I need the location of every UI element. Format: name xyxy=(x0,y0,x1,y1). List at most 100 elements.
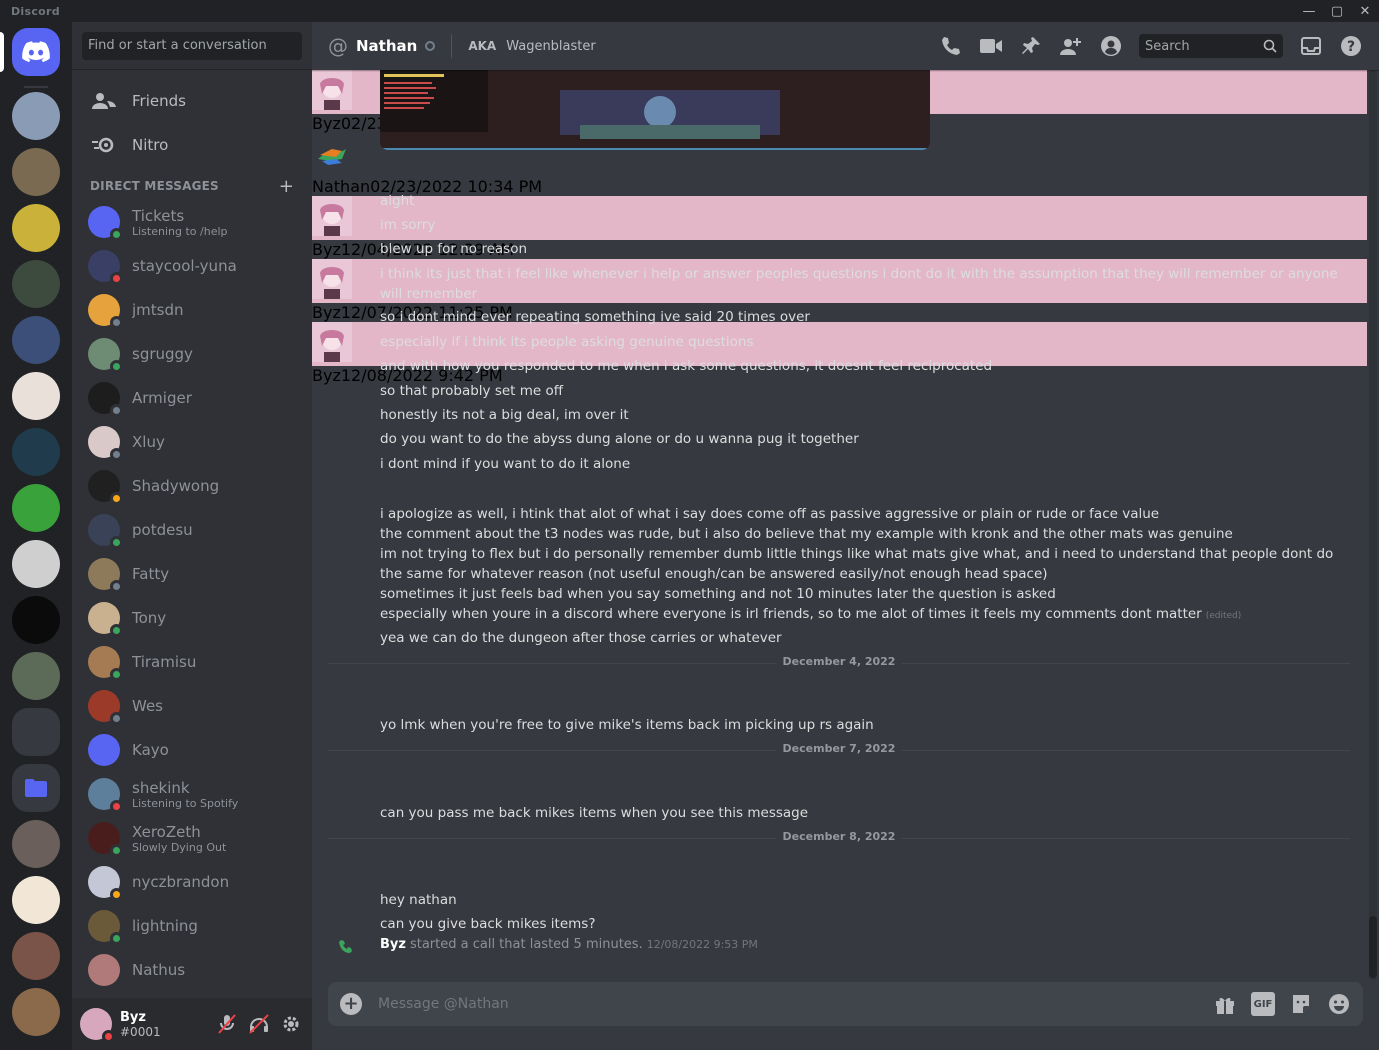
server-icon[interactable] xyxy=(12,92,60,140)
message-author[interactable]: Byz xyxy=(312,240,341,259)
dm-item-activity: Listening to Spotify xyxy=(132,796,239,810)
user-info: Byz #0001 xyxy=(120,1010,161,1039)
minimize-icon[interactable]: — xyxy=(1295,0,1323,22)
dm-item-activity: Listening to /help xyxy=(132,224,228,238)
video-call-icon[interactable] xyxy=(979,34,1003,58)
dm-item[interactable]: XeroZeth Slowly Dying Out xyxy=(80,816,304,860)
server-icon[interactable] xyxy=(12,876,60,924)
username: Byz xyxy=(120,1009,146,1025)
dm-item-info: sgruggy xyxy=(132,345,193,363)
status-indicator xyxy=(110,624,123,637)
dm-item[interactable]: lightning xyxy=(80,904,304,948)
dm-item[interactable]: Xluy xyxy=(80,420,304,464)
user-avatar[interactable] xyxy=(80,1008,115,1043)
dm-item[interactable]: Kayo xyxy=(80,728,304,772)
sidebar-item-friends[interactable]: Friends xyxy=(80,80,304,122)
upload-plus-icon[interactable]: + xyxy=(340,993,362,1015)
server-icon[interactable] xyxy=(12,148,60,196)
folder-button[interactable] xyxy=(12,764,60,812)
server-icon[interactable] xyxy=(12,372,60,420)
image-attachment[interactable] xyxy=(380,70,930,150)
home-button[interactable] xyxy=(12,28,60,76)
dm-item-info: staycool-yuna xyxy=(132,257,237,275)
server-icon[interactable] xyxy=(12,428,60,476)
dm-item[interactable]: Wes xyxy=(80,684,304,728)
dm-item-name: XeroZeth xyxy=(132,822,201,841)
message-text: can you give back mikes items? xyxy=(380,914,1340,934)
dm-item[interactable]: Tony xyxy=(80,596,304,640)
message-author[interactable]: Byz xyxy=(312,366,341,385)
sidebar-item-nitro[interactable]: Nitro xyxy=(80,124,304,166)
server-icon[interactable] xyxy=(12,260,60,308)
dm-item[interactable]: Tiramisu xyxy=(80,640,304,684)
at-sign-icon: @ xyxy=(328,34,348,58)
dm-item-name: jmtsdn xyxy=(132,301,184,319)
add-friend-to-dm-icon[interactable] xyxy=(1059,34,1083,58)
server-icon[interactable] xyxy=(12,932,60,980)
call-event-timestamp: 12/08/2022 9:53 PM xyxy=(646,938,758,951)
scrollbar-thumb[interactable] xyxy=(1369,916,1377,978)
message-author[interactable]: Byz xyxy=(312,114,341,133)
dm-item[interactable]: jmtsdn xyxy=(80,288,304,332)
message-text-content: sometimes it just feels bad when you say… xyxy=(380,586,1056,602)
close-icon[interactable]: ✕ xyxy=(1351,0,1379,22)
dm-item[interactable]: potdesu xyxy=(80,508,304,552)
deafen-headset-icon[interactable] xyxy=(246,1011,272,1037)
message-text-content: especially when youre in a discord where… xyxy=(380,606,1202,622)
help-icon[interactable]: ? xyxy=(1339,34,1363,58)
dm-item[interactable]: Tickets Listening to /help xyxy=(80,200,304,244)
dm-item[interactable]: Shadywong xyxy=(80,464,304,508)
voice-call-icon[interactable] xyxy=(939,34,963,58)
mute-mic-icon[interactable] xyxy=(214,1011,240,1037)
date-divider: December 4, 2022 xyxy=(328,655,1350,668)
dm-item[interactable]: Nathus xyxy=(80,948,304,992)
inbox-icon[interactable] xyxy=(1299,34,1323,58)
server-icon[interactable] xyxy=(12,316,60,364)
status-indicator xyxy=(110,448,123,461)
emoji-icon[interactable] xyxy=(1327,992,1351,1016)
server-icon[interactable] xyxy=(12,204,60,252)
search-placeholder: Search xyxy=(1145,38,1190,54)
server-icon[interactable] xyxy=(12,652,60,700)
server-folder[interactable] xyxy=(12,708,60,756)
server-icon[interactable] xyxy=(12,540,60,588)
dm-list: Tickets Listening to /help staycool-yuna jm… xyxy=(72,198,312,992)
dm-item[interactable]: sgruggy xyxy=(80,332,304,376)
dm-item[interactable]: Fatty xyxy=(80,552,304,596)
dm-item[interactable]: nyczbrandon xyxy=(80,860,304,904)
call-author[interactable]: Byz xyxy=(380,937,406,952)
gif-icon[interactable]: GIF xyxy=(1251,992,1275,1016)
dm-item[interactable]: staycool-yuna xyxy=(80,244,304,288)
server-icon[interactable] xyxy=(12,484,60,532)
server-icon[interactable] xyxy=(12,596,60,644)
scrollbar[interactable] xyxy=(1369,70,1377,980)
message-text-content: i dont mind if you want to do it alone xyxy=(380,456,631,472)
user-profile-icon[interactable] xyxy=(1099,34,1123,58)
pinned-messages-icon[interactable] xyxy=(1019,34,1043,58)
dm-item-name: Kayo xyxy=(132,741,169,759)
message-text: i dont mind if you want to do it alone xyxy=(380,454,1340,474)
server-icon[interactable] xyxy=(12,988,60,1036)
avatar xyxy=(88,250,123,285)
create-dm-plus-icon[interactable]: + xyxy=(279,176,294,197)
dm-item[interactable]: shekink Listening to Spotify xyxy=(80,772,304,816)
server-icon[interactable] xyxy=(12,820,60,868)
call-event-text: started a call that lasted 5 minutes. xyxy=(409,937,643,952)
find-conversation-input[interactable] xyxy=(82,31,302,60)
dm-item-name: sgruggy xyxy=(132,345,193,363)
message-input[interactable] xyxy=(378,996,1213,1012)
sticker-icon[interactable] xyxy=(1289,992,1313,1016)
message-author[interactable]: Byz xyxy=(312,303,341,322)
search-box[interactable]: Search xyxy=(1139,34,1283,58)
gift-icon[interactable] xyxy=(1213,992,1237,1016)
message-author[interactable]: Nathan xyxy=(312,177,370,196)
message-text: im not trying to flex but i do personall… xyxy=(380,544,1340,584)
message-text-content: im not trying to flex but i do personall… xyxy=(380,546,1334,582)
settings-gear-icon[interactable] xyxy=(278,1011,304,1037)
gif-label: GIF xyxy=(1251,992,1275,1016)
dm-sidebar: Friends Nitro DIRECT MESSAGES + TicketsL… xyxy=(72,22,312,1050)
maximize-icon[interactable]: ▢ xyxy=(1323,0,1351,22)
dm-item[interactable]: Armiger xyxy=(80,376,304,420)
status-indicator xyxy=(110,536,123,549)
dm-item-info: potdesu xyxy=(132,521,193,539)
